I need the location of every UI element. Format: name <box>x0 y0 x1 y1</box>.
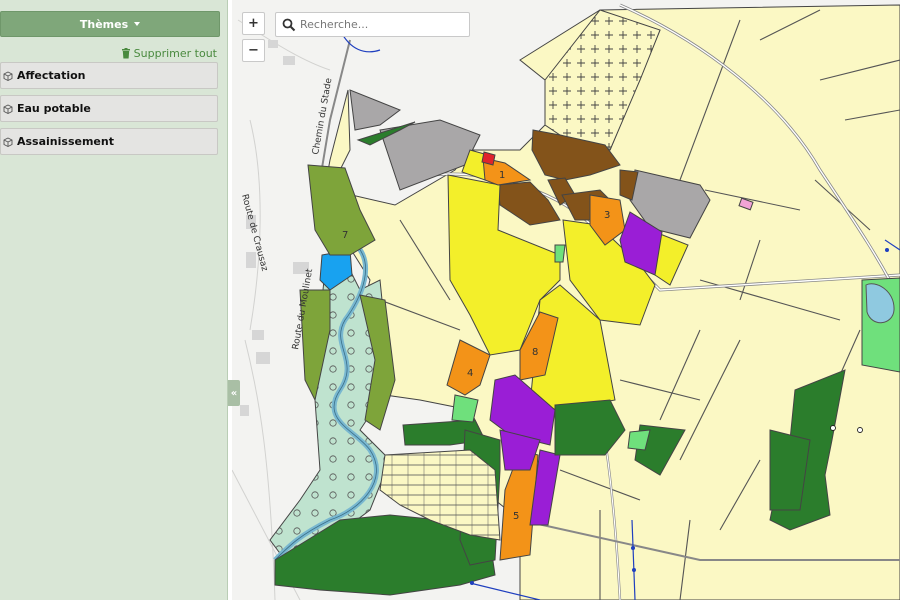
zone-number-5: 5 <box>513 511 519 522</box>
zone-number-3: 3 <box>604 210 610 221</box>
delete-all-button[interactable]: Supprimer tout <box>121 47 217 60</box>
sidebar-panel: Thèmes Supprimer tout Affectation Eau po… <box>0 0 228 600</box>
double-chevron-left-icon: « <box>230 387 238 399</box>
theme-item-affectation[interactable]: Affectation <box>0 62 218 89</box>
zoom-in-button[interactable]: + <box>242 12 265 35</box>
zoom-in-label: + <box>248 16 259 31</box>
themes-dropdown-button[interactable]: Thèmes <box>0 11 220 37</box>
zoom-out-label: − <box>248 43 259 58</box>
layer-cube-icon <box>3 136 13 147</box>
theme-item-label: Eau potable <box>17 102 91 115</box>
zone-number-1: 1 <box>499 170 505 181</box>
trash-icon <box>121 48 130 59</box>
theme-item-label: Affectation <box>17 69 86 82</box>
zone-number-8: 8 <box>532 347 538 358</box>
map-search-box <box>275 12 470 37</box>
map-canvas[interactable]: Chemin du Stade Route de Crausaz Route d… <box>232 0 900 600</box>
search-icon <box>282 18 296 31</box>
layer-cube-icon <box>3 70 13 81</box>
search-input[interactable] <box>300 18 460 31</box>
theme-item-label: Assainissement <box>17 135 114 148</box>
collapse-sidebar-button[interactable]: « <box>228 380 240 406</box>
zone-number-4: 4 <box>467 368 473 379</box>
theme-item-eau-potable[interactable]: Eau potable <box>0 95 218 122</box>
map-layers: Chemin du Stade Route de Crausaz Route d… <box>232 0 900 600</box>
theme-item-assainissement[interactable]: Assainissement <box>0 128 218 155</box>
zone-red <box>481 151 496 166</box>
zoom-out-button[interactable]: − <box>242 39 265 62</box>
themes-label: Thèmes <box>79 17 129 31</box>
delete-all-label: Supprimer tout <box>133 47 217 60</box>
layer-cube-icon <box>3 103 13 114</box>
zone-number-7: 7 <box>342 230 348 241</box>
caret-down-icon <box>134 22 141 26</box>
